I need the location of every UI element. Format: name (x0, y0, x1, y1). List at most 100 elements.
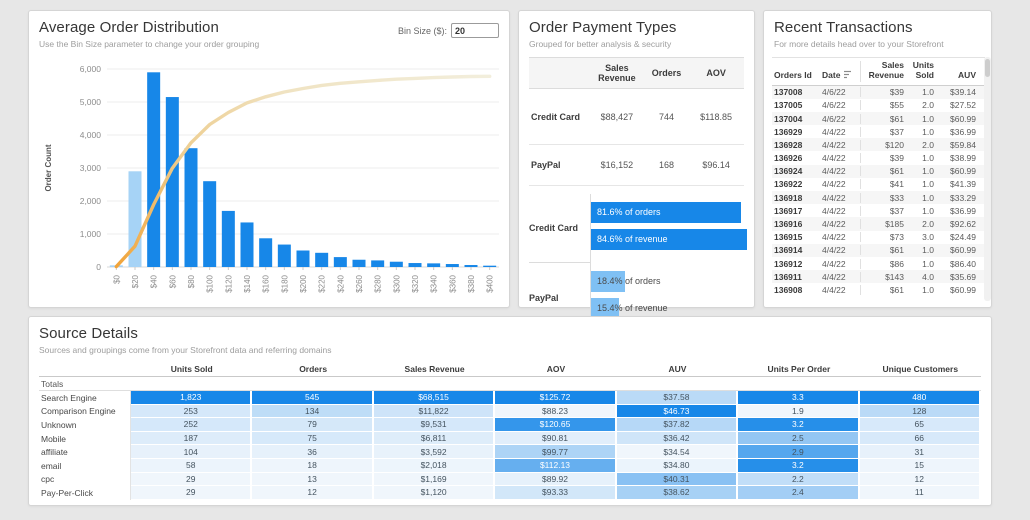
transaction-row-136912[interactable]: 136912 4/4/22 $86 1.0 $86.40 (772, 257, 985, 270)
histogram-bar-$180[interactable] (277, 244, 291, 267)
source-heat-cell[interactable]: 65 (859, 418, 981, 432)
histogram-bar-$320[interactable] (408, 263, 422, 267)
source-heat-cell[interactable]: 18 (252, 458, 374, 473)
histogram-bar-$40[interactable] (147, 72, 161, 267)
source-heat-cell[interactable]: 31 (859, 445, 981, 459)
transaction-row-136917[interactable]: 136917 4/4/22 $37 1.0 $36.99 (772, 204, 985, 217)
share-bar[interactable]: 81.6% of orders (591, 202, 744, 223)
histogram-bar-$120[interactable] (221, 210, 235, 267)
source-heat-cell[interactable]: $125.72 (495, 391, 617, 405)
source-heat-cell[interactable]: 252 (131, 418, 253, 432)
histogram-bar-$260[interactable] (352, 259, 366, 267)
source-heat-cell[interactable]: $93.33 (495, 486, 617, 500)
source-heat-cell[interactable]: 1,823 (131, 391, 253, 405)
source-heat-cell[interactable]: 2.2 (738, 472, 860, 487)
source-heat-cell[interactable]: $88.23 (495, 404, 617, 419)
source-heat-cell[interactable]: 2.9 (738, 445, 860, 459)
transactions-column-header-units-sold[interactable]: Units Sold (907, 60, 937, 82)
sort-descending-icon[interactable] (843, 70, 852, 79)
source-heat-cell[interactable]: 11 (859, 486, 981, 500)
source-column-header-auv[interactable]: AUV (617, 364, 738, 374)
transactions-column-header-date[interactable]: Date (820, 70, 860, 82)
source-row-mobile[interactable]: Mobile 187 75 $6,811 $90.81 $36.42 2.5 66 (39, 431, 981, 446)
source-heat-cell[interactable]: $120.65 (495, 418, 617, 432)
transaction-row-136922[interactable]: 136922 4/4/22 $41 1.0 $41.39 (772, 178, 985, 191)
share-bar[interactable]: 18.4% of orders (591, 271, 744, 292)
source-heat-cell[interactable]: 15 (859, 458, 981, 473)
source-heat-cell[interactable]: 29 (131, 486, 253, 500)
source-row-unknown[interactable]: Unknown 252 79 $9,531 $120.65 $37.82 3.2 65 (39, 418, 981, 432)
source-heat-cell[interactable]: $37.58 (616, 391, 739, 405)
source-column-header-aov[interactable]: AOV (495, 364, 616, 374)
transactions-scrollbar[interactable] (984, 57, 991, 301)
source-heat-cell[interactable]: $1,120 (373, 486, 496, 500)
source-heat-cell[interactable]: 3.3 (738, 391, 860, 405)
source-heat-cell[interactable]: $9,531 (373, 418, 496, 432)
order-distribution-chart[interactable]: 0 1,000 2,000 3,000 4,000 5,000 6,000 Order Cou… (37, 59, 503, 305)
source-row-email[interactable]: email 58 18 $2,018 $112.13 $34.80 3.2 15 (39, 458, 981, 473)
share-bar[interactable]: 84.6% of revenue (591, 229, 747, 250)
histogram-bar-$340[interactable] (427, 263, 441, 267)
source-heat-cell[interactable]: 36 (252, 445, 374, 459)
transaction-row-136915[interactable]: 136915 4/4/22 $73 3.0 $24.49 (772, 231, 985, 244)
source-heat-cell[interactable]: 75 (252, 431, 374, 446)
transactions-column-header-orders-id[interactable]: Orders Id (772, 70, 820, 82)
histogram-bar-$220[interactable] (315, 252, 329, 267)
source-column-header-orders[interactable]: Orders (252, 364, 373, 374)
source-heat-cell[interactable]: 128 (859, 404, 981, 419)
source-heat-cell[interactable]: $89.92 (495, 472, 617, 487)
source-heat-cell[interactable]: 58 (131, 458, 253, 473)
histogram-bar-$240[interactable] (333, 257, 347, 267)
histogram-bar-$140[interactable] (240, 222, 254, 267)
source-heat-cell[interactable]: $112.13 (495, 458, 617, 473)
transaction-row-136918[interactable]: 136918 4/4/22 $33 1.0 $33.29 (772, 191, 985, 205)
transaction-row-136914[interactable]: 136914 4/4/22 $61 1.0 $60.99 (772, 243, 985, 257)
transaction-row-136916[interactable]: 136916 4/4/22 $185 2.0 $92.62 (772, 217, 985, 231)
transaction-row-137008[interactable]: 137008 4/6/22 $39 1.0 $39.14 (772, 85, 985, 99)
source-row-pay-per-click[interactable]: Pay-Per-Click 29 12 $1,120 $93.33 $38.62 2.4 11 (39, 486, 981, 500)
source-heat-cell[interactable]: $46.73 (616, 404, 739, 419)
histogram-bar-$380[interactable] (464, 265, 478, 267)
source-heat-cell[interactable]: 545 (252, 391, 374, 405)
source-row-comparison-engine[interactable]: Comparison Engine 253 134 $11,822 $88.23 $46.… (39, 404, 981, 419)
source-heat-cell[interactable]: 79 (252, 418, 374, 432)
source-heat-cell[interactable]: 1.9 (738, 404, 860, 419)
source-heat-cell[interactable]: $34.54 (616, 445, 739, 459)
transaction-row-137004[interactable]: 137004 4/6/22 $61 1.0 $60.99 (772, 111, 985, 126)
source-heat-cell[interactable]: 12 (252, 486, 374, 500)
source-heat-cell[interactable]: $38.62 (616, 486, 739, 500)
histogram-bar-$280[interactable] (371, 260, 385, 267)
transactions-column-header-sales-revenue[interactable]: Sales Revenue (860, 60, 907, 82)
source-heat-cell[interactable]: 3.2 (738, 418, 860, 432)
payment-row-paypal[interactable]: PayPal $16,152 168 $96.14 (529, 145, 744, 186)
source-heat-cell[interactable]: $99.77 (495, 445, 617, 459)
source-row-affiliate[interactable]: affiliate 104 36 $3,592 $99.77 $34.54 2.9 31 (39, 445, 981, 459)
source-column-header-units-per-order[interactable]: Units Per Order (738, 364, 859, 374)
transactions-column-header-auv[interactable]: AUV (937, 70, 979, 82)
source-heat-cell[interactable]: 66 (859, 431, 981, 446)
source-heat-cell[interactable]: $68,515 (373, 391, 496, 405)
source-heat-cell[interactable]: 13 (252, 472, 374, 487)
histogram-bar-$400[interactable] (483, 265, 497, 267)
source-heat-cell[interactable]: $11,822 (373, 404, 496, 419)
source-heat-cell[interactable]: 104 (131, 445, 253, 459)
histogram-bar-$200[interactable] (296, 250, 310, 268)
source-heat-cell[interactable]: $2,018 (373, 458, 496, 473)
source-heat-cell[interactable]: $36.42 (616, 431, 739, 446)
source-heat-cell[interactable]: 2.4 (738, 486, 860, 500)
source-heat-cell[interactable]: 3.2 (738, 458, 860, 473)
source-heat-cell[interactable]: 253 (131, 404, 253, 419)
transaction-row-136908[interactable]: 136908 4/4/22 $61 1.0 $60.99 (772, 283, 985, 296)
transaction-row-136911[interactable]: 136911 4/4/22 $143 4.0 $35.69 (772, 270, 985, 284)
source-column-header-sales-revenue[interactable]: Sales Revenue (374, 364, 495, 374)
bin-size-input[interactable] (451, 23, 499, 38)
source-heat-cell[interactable]: 2.5 (738, 431, 860, 446)
source-heat-cell[interactable]: $37.82 (616, 418, 739, 432)
source-heat-cell[interactable]: $3,592 (373, 445, 496, 459)
histogram-bar-$80[interactable] (184, 148, 198, 267)
histogram-bar-$100[interactable] (203, 181, 217, 267)
source-heat-cell[interactable]: $40.31 (616, 472, 739, 487)
transaction-row-137005[interactable]: 137005 4/6/22 $55 2.0 $27.52 (772, 99, 985, 112)
source-heat-cell[interactable]: 187 (131, 431, 253, 446)
transaction-row-136929[interactable]: 136929 4/4/22 $37 1.0 $36.99 (772, 125, 985, 138)
